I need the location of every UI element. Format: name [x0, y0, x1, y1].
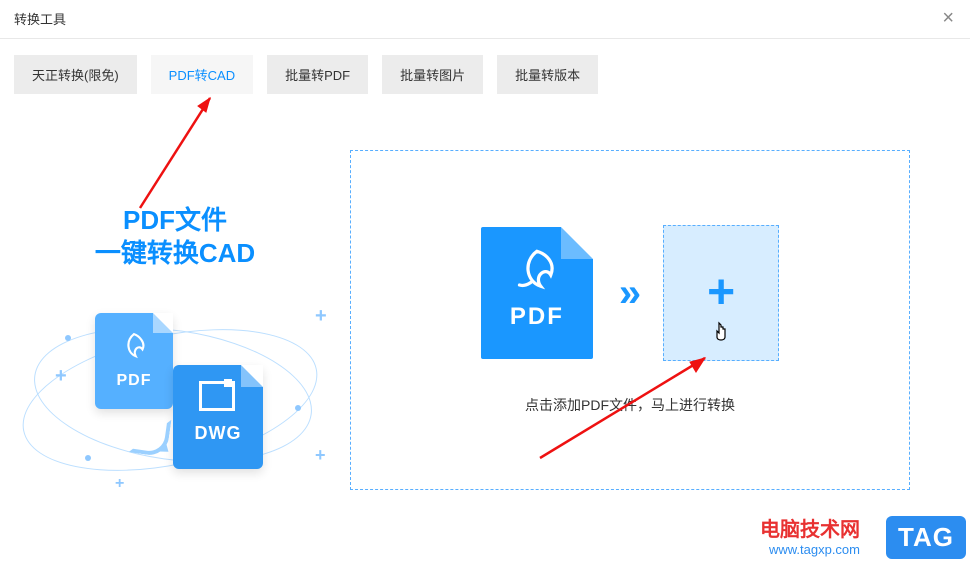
- pdf-big-icon: PDF: [481, 227, 593, 359]
- dot-icon: [65, 335, 71, 341]
- page-fold-icon: [241, 365, 263, 387]
- watermark-title: 电脑技术网: [760, 513, 860, 542]
- pdf-big-label: PDF: [481, 303, 593, 331]
- dwg-file-icon: DWG: [173, 365, 263, 469]
- sparkle-icon: +: [315, 445, 326, 466]
- tag-badge: TAG: [886, 516, 966, 559]
- drop-zone-caption: 点击添加PDF文件，马上进行转换: [525, 395, 735, 415]
- pdf-label: PDF: [103, 372, 165, 390]
- sparkle-icon: +: [115, 475, 124, 493]
- cad-drawing-icon: [199, 381, 235, 411]
- cursor-icon: [711, 321, 731, 350]
- sparkle-icon: +: [55, 365, 67, 388]
- tab-batch-version[interactable]: 批量转版本: [497, 55, 598, 94]
- drop-zone-graphic: PDF » +: [481, 225, 779, 361]
- dot-icon: [85, 455, 91, 461]
- tab-pdf-to-cad[interactable]: PDF转CAD: [151, 55, 253, 94]
- pdf-file-icon: PDF: [95, 313, 173, 409]
- adobe-swirl-icon: [117, 329, 151, 363]
- adobe-swirl-icon: [512, 245, 562, 295]
- promo-line2: 一键转换CAD: [0, 237, 350, 270]
- close-icon[interactable]: ×: [938, 8, 958, 28]
- dot-icon: [295, 405, 301, 411]
- page-fold-icon: [561, 227, 593, 259]
- chevron-right-icon: »: [619, 271, 637, 316]
- promo-panel: PDF文件 一键转换CAD + + + + PDF DWG: [0, 124, 350, 505]
- main-area: PDF文件 一键转换CAD + + + + PDF DWG: [0, 104, 970, 505]
- tab-batch-pdf[interactable]: 批量转PDF: [267, 55, 368, 94]
- tab-bar: 天正转换(限免) PDF转CAD 批量转PDF 批量转图片 批量转版本: [0, 39, 970, 104]
- promo-line1: PDF文件: [0, 204, 350, 237]
- promo-title: PDF文件 一键转换CAD: [0, 204, 350, 269]
- watermark-url: www.tagxp.com: [760, 542, 860, 557]
- page-fold-icon: [153, 313, 173, 333]
- drop-zone[interactable]: PDF » + 点击添加PDF文件，马上进行转换: [350, 150, 910, 490]
- promo-illustration: + + + + PDF DWG: [15, 275, 335, 505]
- plus-icon: +: [707, 269, 735, 317]
- tab-batch-image[interactable]: 批量转图片: [382, 55, 483, 94]
- dwg-label: DWG: [181, 423, 255, 444]
- window-title: 转换工具: [14, 9, 66, 28]
- watermark: 电脑技术网 www.tagxp.com: [760, 513, 860, 557]
- add-file-button[interactable]: +: [663, 225, 779, 361]
- convert-arrow-icon: [129, 415, 172, 458]
- title-bar: 转换工具 ×: [0, 0, 970, 39]
- sparkle-icon: +: [315, 305, 327, 328]
- content-panel: PDF » + 点击添加PDF文件，马上进行转换: [350, 124, 970, 505]
- tab-tianzheng[interactable]: 天正转换(限免): [14, 55, 137, 94]
